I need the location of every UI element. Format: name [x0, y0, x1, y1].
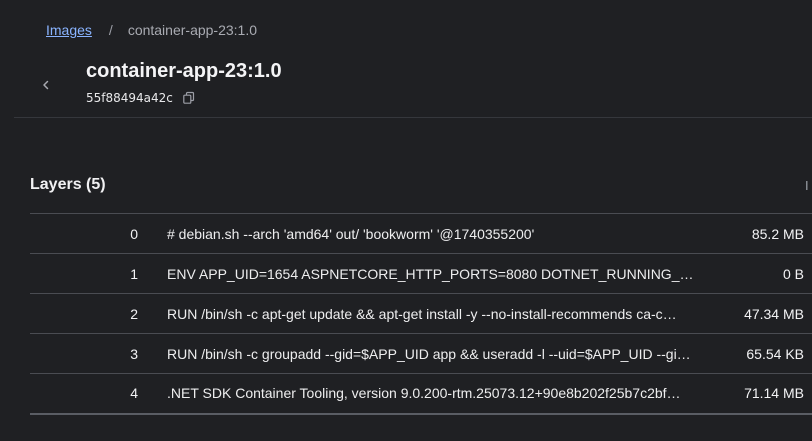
layer-size: 0 B — [782, 265, 804, 282]
breadcrumb-current: container-app-23:1.0 — [127, 22, 258, 38]
layer-index: 0 — [130, 225, 138, 242]
layer-command: .NET SDK Container Tooling, version 9.0.… — [167, 385, 681, 402]
layer-command: RUN /bin/sh -c apt-get update && apt-get… — [167, 305, 677, 322]
layer-size: 71.14 MB — [744, 385, 804, 402]
image-id: 55f88494a42c — [86, 91, 173, 105]
layer-row[interactable]: 3 RUN /bin/sh -c groupadd --gid=$APP_UID… — [30, 333, 812, 374]
layer-row[interactable]: 1 ENV APP_UID=1654 ASPNETCORE_HTTP_PORTS… — [30, 253, 812, 294]
layer-size: 65.54 KB — [746, 345, 804, 362]
layer-index: 3 — [130, 345, 138, 362]
layer-row[interactable]: 2 RUN /bin/sh -c apt-get update && apt-g… — [30, 293, 812, 334]
breadcrumb: Images / container-app-23:1.0 — [46, 21, 257, 39]
copy-icon — [182, 91, 196, 105]
copy-image-id-button[interactable] — [181, 90, 197, 106]
layer-row[interactable]: 4 .NET SDK Container Tooling, version 9.… — [30, 373, 812, 414]
image-detail-page: Images / container-app-23:1.0 container-… — [0, 0, 812, 441]
right-edge-label: I — [805, 178, 809, 193]
header-divider — [14, 117, 812, 118]
breadcrumb-separator: / — [108, 22, 113, 38]
chevron-left-icon — [41, 78, 51, 92]
layer-size: 85.2 MB — [751, 225, 804, 242]
breadcrumb-images-link[interactable]: Images — [46, 21, 92, 39]
image-id-row: 55f88494a42c — [86, 90, 197, 106]
layer-index: 1 — [130, 265, 138, 282]
layers-table: 0 # debian.sh --arch 'amd64' out/ 'bookw… — [30, 213, 812, 415]
layer-index: 4 — [130, 385, 138, 402]
layer-size: 47.34 MB — [744, 305, 804, 322]
layer-command: RUN /bin/sh -c groupadd --gid=$APP_UID a… — [167, 345, 691, 362]
page-title: container-app-23:1.0 — [86, 60, 282, 82]
layer-row[interactable]: 0 # debian.sh --arch 'amd64' out/ 'bookw… — [30, 213, 812, 254]
back-button[interactable] — [36, 73, 56, 97]
layer-command: ENV APP_UID=1654 ASPNETCORE_HTTP_PORTS=8… — [167, 265, 705, 282]
layer-index: 2 — [130, 305, 138, 322]
layer-command: # debian.sh --arch 'amd64' out/ 'bookwor… — [167, 225, 535, 242]
layers-title: Layers (5) — [30, 176, 106, 193]
